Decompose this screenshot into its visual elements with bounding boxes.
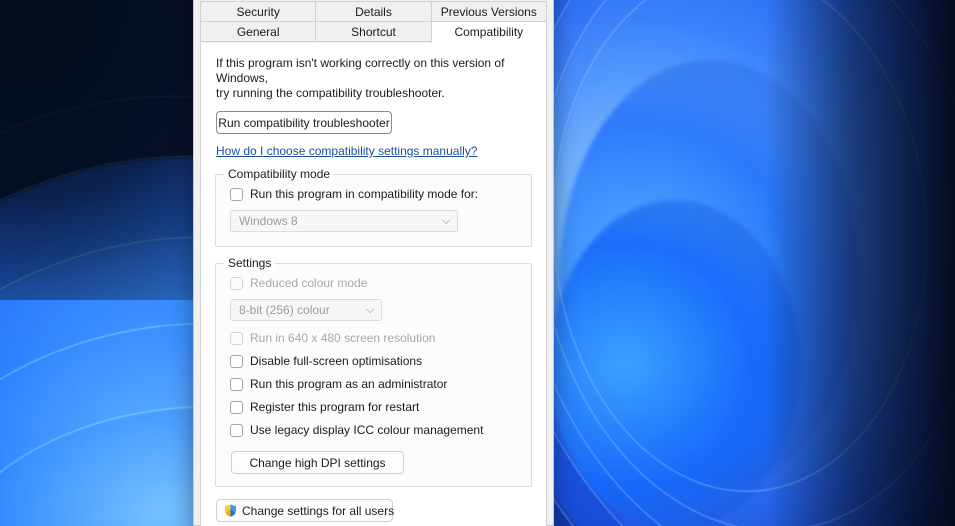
intro-line-1: If this program isn't working correctly … [216,56,505,85]
settings-legend: Settings [224,257,276,270]
compatibility-mode-os-value: Windows 8 [239,214,298,228]
change-high-dpi-settings-button[interactable]: Change high DPI settings [231,451,404,474]
checkbox-label: Run this program in compatibility mode f… [250,187,479,201]
checkbox-label: Use legacy display ICC colour management [250,423,484,437]
checkbox-run-as-administrator[interactable]: Run this program as an administrator [230,377,519,391]
tab-row-lower: General Shortcut Compatibility [200,21,547,43]
intro-line-2: try running the compatibility troublesho… [216,86,445,100]
change-settings-for-all-users-label: Change settings for all users [242,503,395,518]
tab-previous-versions[interactable]: Previous Versions [430,1,547,22]
checkbox-run-in-compatibility-mode[interactable]: Run this program in compatibility mode f… [230,187,519,201]
colour-depth-dropdown[interactable]: 8-bit (256) colour [230,299,382,321]
checkbox-box-icon[interactable] [230,377,243,391]
uac-shield-icon [223,503,238,518]
checkbox-label: Run this program as an administrator [250,377,448,391]
wallpaper-bloom-petal-7 [550,200,800,526]
compatibility-mode-os-dropdown[interactable]: Windows 8 [230,210,458,232]
tab-details[interactable]: Details [315,1,432,22]
chevron-down-icon [365,304,375,314]
colour-depth-value: 8-bit (256) colour [239,303,330,317]
checkbox-disable-fullscreen-optimisations[interactable]: Disable full-screen optimisations [230,354,519,368]
checkbox-label: Disable full-screen optimisations [250,354,423,368]
checkbox-box-icon[interactable] [230,276,243,290]
checkbox-box-icon[interactable] [230,423,243,437]
run-compatibility-troubleshooter-button[interactable]: Run compatibility troubleshooter [216,111,392,134]
compatibility-mode-legend: Compatibility mode [224,168,335,181]
checkbox-label: Run in 640 x 480 screen resolution [250,331,436,345]
tab-compatibility[interactable]: Compatibility [430,21,547,43]
chevron-down-icon [441,215,451,225]
tab-strip: Security Details Previous Versions Gener… [194,0,553,43]
checkbox-reduced-colour-mode[interactable]: Reduced colour mode [230,276,519,290]
checkbox-register-for-restart[interactable]: Register this program for restart [230,400,519,414]
tab-row-upper: Security Details Previous Versions [200,1,547,22]
checkbox-box-icon[interactable] [230,400,243,414]
checkbox-label: Register this program for restart [250,400,420,414]
checkbox-box-icon[interactable] [230,187,243,201]
change-settings-for-all-users-button[interactable]: Change settings for all users [216,499,395,522]
checkbox-legacy-icc-colour-management[interactable]: Use legacy display ICC colour management [230,423,519,437]
desktop-background: Security Details Previous Versions Gener… [0,0,955,526]
tab-general[interactable]: General [200,21,317,42]
compatibility-settings-help-link[interactable]: How do I choose compatibility settings m… [216,144,477,158]
tab-security[interactable]: Security [200,1,317,22]
wallpaper-bloom-petal-4 [509,0,955,526]
checkbox-label: Reduced colour mode [250,276,368,290]
checkbox-box-icon[interactable] [230,354,243,368]
wallpaper-bloom-petal-6 [560,60,860,490]
wallpaper-bloom-rim-4 [507,0,955,526]
tab-shortcut[interactable]: Shortcut [315,21,432,42]
wallpaper-bloom-petal-5 [541,0,939,500]
settings-group: Settings Reduced colour mode 8-bit (256)… [215,257,532,487]
compatibility-mode-group: Compatibility mode Run this program in c… [215,168,532,247]
intro-text: If this program isn't working correctly … [216,56,532,101]
wallpaper-bloom-rim-5 [539,0,941,502]
compatibility-tab-page: If this program isn't working correctly … [200,43,547,526]
wallpaper-right-vignette [765,0,955,526]
properties-dialog: Security Details Previous Versions Gener… [193,0,554,526]
checkbox-box-icon[interactable] [230,331,243,345]
checkbox-run-640x480[interactable]: Run in 640 x 480 screen resolution [230,331,519,345]
